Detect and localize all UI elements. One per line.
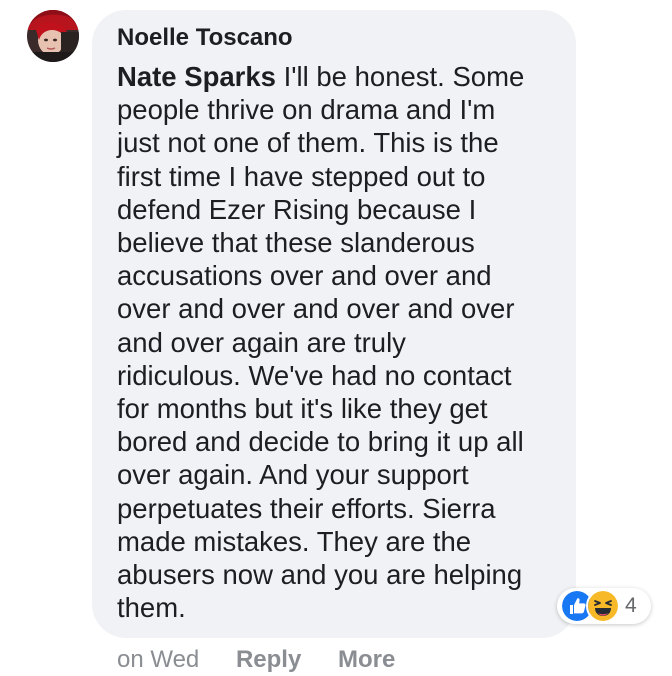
comment-actions: on Wed Reply More <box>117 644 395 676</box>
haha-icon <box>586 589 620 623</box>
comment-line: Nate Sparks I'll be honest. Some <box>117 60 563 93</box>
comment-line: first time I have stepped out to <box>117 160 486 192</box>
comment-line: ridiculous. We've had no contact <box>117 359 512 391</box>
comment-author-name[interactable]: Noelle Toscano <box>117 22 293 54</box>
comment-line: just not one of them. This is the <box>117 127 499 159</box>
comment-line: people thrive on drama and I'm <box>117 94 496 126</box>
avatar[interactable] <box>27 10 79 62</box>
comment-line: believe that these slanderous <box>117 227 475 259</box>
comment-line: over and over and over and over <box>117 293 515 325</box>
comment-line: over again. And your support <box>117 459 469 491</box>
avatar-image <box>27 10 79 62</box>
reactions-summary[interactable]: 4 <box>557 588 651 624</box>
comment-timestamp[interactable]: on Wed <box>117 646 199 673</box>
comment-line: defend Ezer Rising because I <box>117 193 477 225</box>
more-button[interactable]: More <box>338 646 395 673</box>
comment-line: bored and decide to bring it up all <box>117 426 524 458</box>
comment-text: Nate Sparks I'll be honest. Some people … <box>117 60 563 624</box>
comment-line: them. <box>117 592 186 624</box>
comment-line: abusers now and you are helping <box>117 559 523 591</box>
reaction-count: 4 <box>625 594 637 617</box>
comment-line: made mistakes. They are the <box>117 525 472 557</box>
reply-button[interactable]: Reply <box>236 646 301 673</box>
comment-line: perpetuates their efforts. Sierra <box>117 492 496 524</box>
comment-line: for months but it's like they get <box>117 393 488 425</box>
mention-link[interactable]: Nate Sparks <box>117 61 276 92</box>
comment-line-text: I'll be honest. Some <box>275 61 525 92</box>
comment-line: and over again are truly <box>117 326 406 358</box>
comment-line: accusations over and over and <box>117 260 492 292</box>
